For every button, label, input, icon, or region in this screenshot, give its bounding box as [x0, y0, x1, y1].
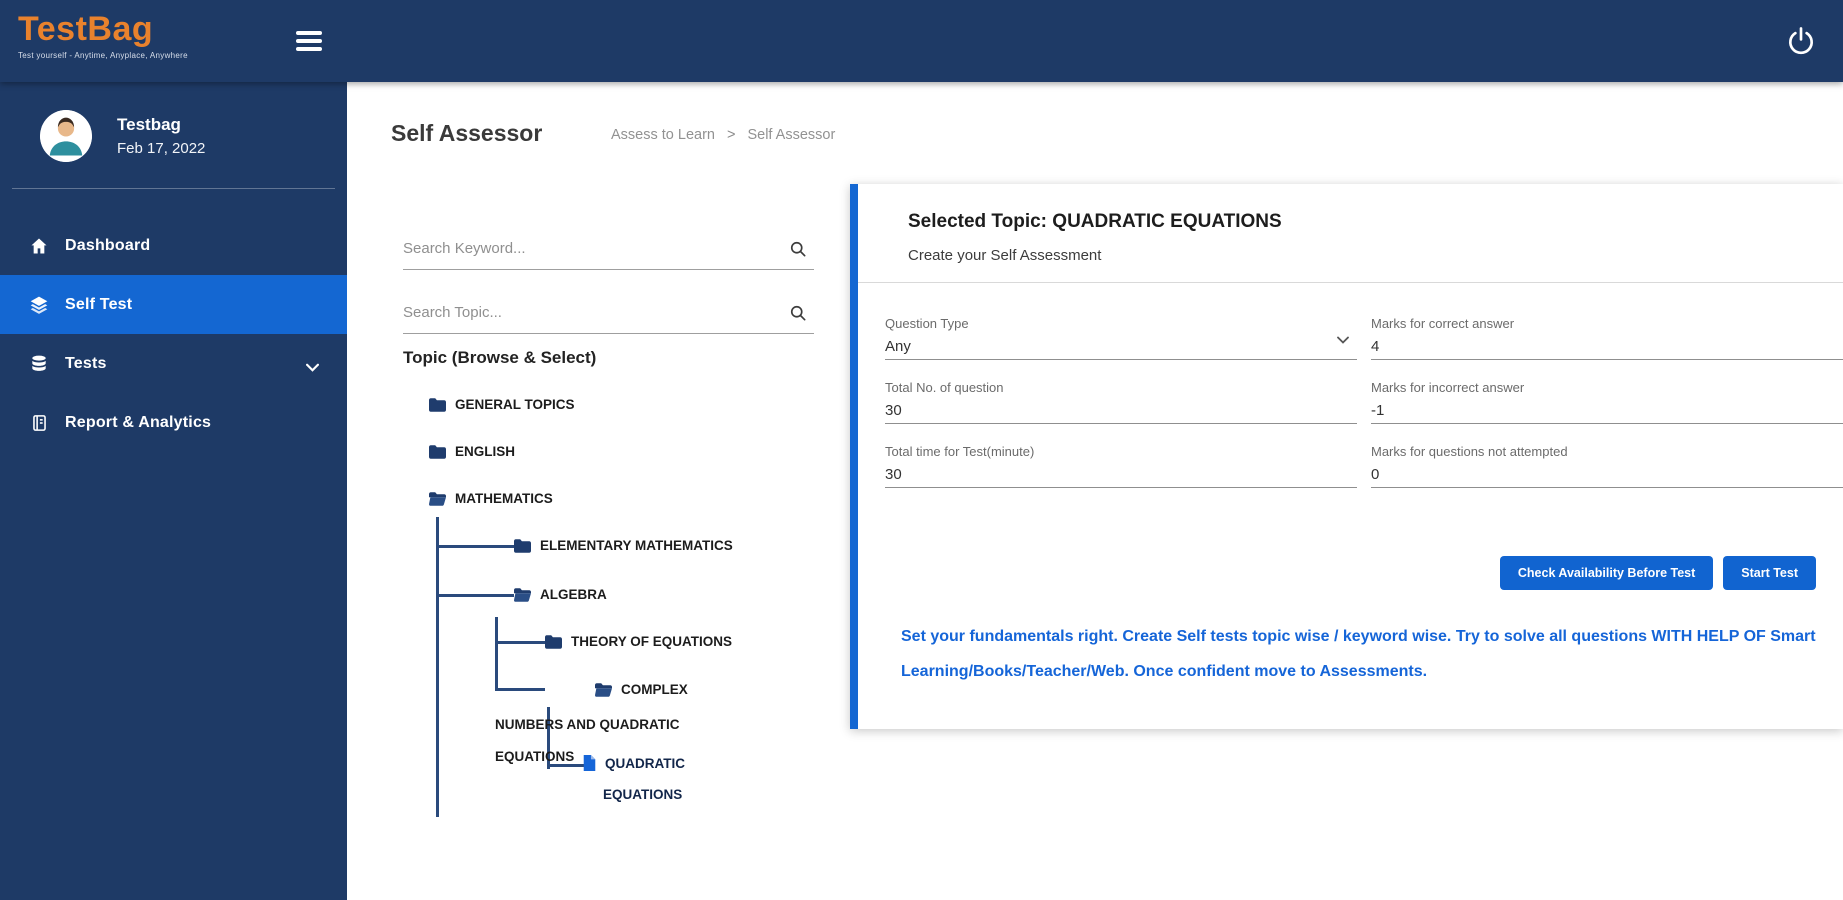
topic-tree: GENERAL TOPICS ENGLISH MATHEMATICS ELEME…	[403, 380, 843, 850]
check-availability-button[interactable]: Check Availability Before Test	[1499, 556, 1714, 590]
breadcrumb-current: Self Assessor	[747, 127, 836, 143]
sidebar-item-dashboard[interactable]: Dashboard	[0, 216, 347, 275]
sidebar-item-self-test[interactable]: Self Test	[0, 275, 347, 334]
field-label: Total time for Test(minute)	[885, 444, 1035, 459]
card-subtitle: Create your Self Assessment	[908, 247, 1102, 264]
search-keyword-input[interactable]	[403, 230, 773, 266]
marks-correct-input[interactable]: 4	[1371, 338, 1843, 355]
search-topic-input[interactable]	[403, 294, 773, 330]
tree-connector-line	[495, 641, 545, 644]
start-test-button[interactable]: Start Test	[1723, 556, 1816, 590]
selected-topic-title: Selected Topic: QUADRATIC EQUATIONS	[908, 211, 1282, 232]
folder-icon	[429, 444, 446, 466]
marks-not-attempted-input[interactable]: 0	[1371, 466, 1843, 483]
tree-item-label: THEORY OF EQUATIONS	[571, 634, 733, 649]
card-divider	[858, 282, 1843, 283]
folder-open-icon	[429, 491, 446, 513]
marks-not-attempted-field[interactable]: Marks for questions not attempted 0	[1371, 442, 1843, 488]
brand: TestBag Test yourself - Anytime, Anyplac…	[18, 10, 188, 60]
report-icon	[28, 412, 50, 434]
tree-item-quadratic-equations-selected[interactable]: QUADRATIC EQUATIONS	[583, 750, 727, 809]
stack-icon	[28, 353, 50, 375]
field-label: Marks for incorrect answer	[1371, 380, 1525, 395]
question-type-field[interactable]: Question Type Any	[885, 314, 1357, 360]
folder-open-icon	[514, 587, 531, 609]
question-type-select[interactable]: Any	[885, 338, 1357, 355]
hamburger-menu-icon[interactable]	[296, 31, 324, 51]
tree-item-algebra[interactable]: ALGEBRA	[514, 584, 607, 609]
folder-icon	[429, 397, 446, 419]
assessment-form: Question Type Any Marks for correct answ…	[885, 314, 1843, 506]
tree-item-label: ALGEBRA	[540, 587, 607, 602]
folder-icon	[514, 538, 531, 560]
marks-incorrect-input[interactable]: -1	[1371, 402, 1843, 419]
tree-item-general-topics[interactable]: GENERAL TOPICS	[429, 394, 575, 419]
search-icon[interactable]	[788, 303, 808, 328]
tree-connector-line	[436, 517, 439, 817]
instructions-note: Set your fundamentals right. Create Self…	[901, 628, 1816, 680]
tree-item-label: ELEMENTARY MATHEMATICS	[540, 538, 733, 553]
power-logout-icon[interactable]	[1785, 25, 1817, 57]
file-icon	[583, 753, 596, 781]
app-tagline: Test yourself - Anytime, Anyplace, Anywh…	[18, 51, 188, 60]
sidebar-item-tests[interactable]: Tests	[0, 334, 347, 393]
page-title: Self Assessor	[391, 120, 543, 146]
tree-connector-line	[436, 594, 514, 597]
search-keyword-box	[403, 230, 814, 270]
sidebar-item-label: Dashboard	[65, 236, 151, 254]
total-time-input[interactable]: 30	[885, 466, 1357, 483]
card-actions: Check Availability Before Test Start Tes…	[1499, 556, 1816, 590]
folder-open-icon	[545, 677, 612, 709]
breadcrumb-parent[interactable]: Assess to Learn	[611, 127, 715, 143]
breadcrumb: Assess to Learn > Self Assessor	[611, 127, 835, 143]
sidebar-item-report-analytics[interactable]: Report & Analytics	[0, 393, 347, 452]
field-label: Question Type	[885, 316, 969, 331]
tree-item-label: GENERAL TOPICS	[455, 397, 575, 412]
top-bar: TestBag Test yourself - Anytime, Anyplac…	[0, 0, 1843, 82]
tree-item-elementary-mathematics[interactable]: ELEMENTARY MATHEMATICS	[514, 535, 733, 560]
user-block: Testbag Feb 17, 2022	[0, 82, 347, 188]
self-assessment-card: Selected Topic: QUADRATIC EQUATIONS Crea…	[850, 184, 1843, 729]
breadcrumb-separator: >	[726, 127, 736, 143]
sidebar-item-label: Tests	[65, 354, 107, 372]
field-label: Marks for questions not attempted	[1371, 444, 1568, 459]
layers-icon	[28, 294, 50, 316]
tree-item-english[interactable]: ENGLISH	[429, 441, 515, 466]
sidebar-item-label: Self Test	[65, 295, 133, 313]
avatar	[40, 110, 92, 162]
search-topic-box	[403, 294, 814, 334]
tree-item-label: MATHEMATICS	[455, 491, 553, 506]
topic-browse-heading: Topic (Browse & Select)	[403, 348, 597, 367]
field-label: Total No. of question	[885, 380, 1004, 395]
user-name: Testbag	[117, 115, 181, 134]
main-content: Self Assessor Assess to Learn > Self Asses…	[347, 82, 1843, 900]
sidebar: Testbag Feb 17, 2022 Dashboard Self Test	[0, 82, 347, 900]
tree-connector-line	[436, 545, 514, 548]
chevron-down-icon	[306, 359, 319, 377]
sidebar-item-label: Report & Analytics	[65, 413, 212, 431]
chevron-down-icon	[1337, 331, 1349, 349]
user-date: Feb 17, 2022	[117, 140, 206, 157]
folder-icon	[545, 634, 562, 656]
total-time-field[interactable]: Total time for Test(minute) 30	[885, 442, 1357, 488]
tree-item-label: QUADRATIC EQUATIONS	[603, 756, 685, 802]
sidebar-divider	[12, 188, 335, 189]
tree-item-theory-of-equations[interactable]: THEORY OF EQUATIONS	[545, 631, 732, 656]
field-label: Marks for correct answer	[1371, 316, 1515, 331]
marks-incorrect-field[interactable]: Marks for incorrect answer -1	[1371, 378, 1843, 424]
sidebar-nav: Dashboard Self Test Tests Report & Analy…	[0, 216, 347, 452]
marks-correct-field[interactable]: Marks for correct answer 4	[1371, 314, 1843, 360]
tree-item-label: ENGLISH	[455, 444, 516, 459]
app-logo: TestBag	[18, 10, 154, 48]
total-questions-field[interactable]: Total No. of question 30	[885, 378, 1357, 424]
home-icon	[28, 235, 50, 257]
search-icon[interactable]	[788, 239, 808, 264]
tree-item-mathematics[interactable]: MATHEMATICS	[429, 488, 553, 513]
total-questions-input[interactable]: 30	[885, 402, 1357, 419]
